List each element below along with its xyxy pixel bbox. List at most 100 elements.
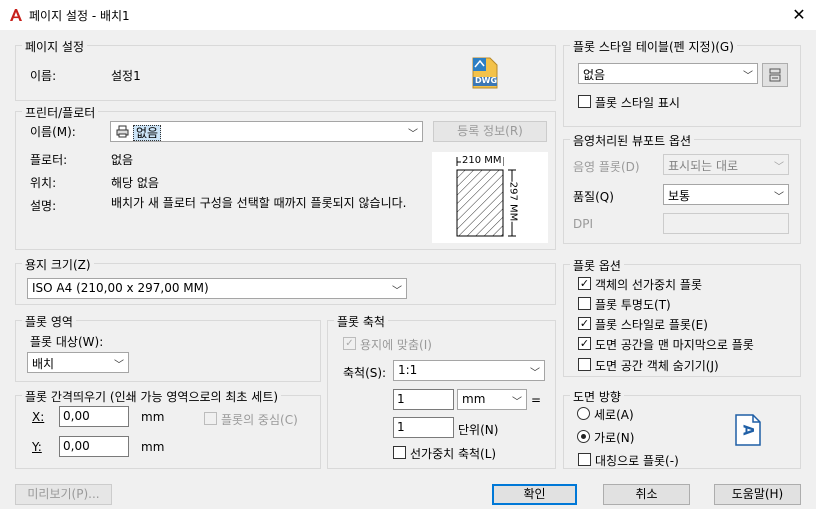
offset-y-label: Y: — [32, 440, 42, 454]
close-button[interactable]: ✕ — [786, 3, 812, 27]
plot-area-legend: 플롯 영역 — [22, 313, 76, 330]
scale-unit-label: 단위(N) — [458, 423, 499, 437]
chevron-down-icon: ﹀ — [512, 397, 522, 408]
cancel-button[interactable]: 취소 — [603, 484, 690, 505]
plot-transparency-label: 플롯 투명도(T) — [595, 298, 671, 312]
scale-combo[interactable]: 1:1 ﹀ — [393, 360, 545, 381]
plotter-value: 없음 — [111, 153, 134, 167]
paper-height-text: 297 MM — [507, 181, 519, 222]
offset-x-label: X: — [32, 410, 45, 424]
scale-label: 축척(S): — [343, 366, 387, 380]
scale-equals: = — [531, 393, 542, 407]
plotter-label: 플로터: — [30, 153, 68, 167]
printer-name-label: 이름(M): — [30, 125, 76, 139]
plot-style-table-combo[interactable]: 없음 ﹀ — [578, 63, 758, 84]
quality-combo[interactable]: 보통 ﹀ — [663, 184, 789, 205]
plot-style-table-value: 없음 — [583, 68, 606, 82]
portrait-radio[interactable] — [577, 407, 590, 420]
printer-name-combo[interactable]: 없음 ﹀ — [110, 121, 423, 142]
scale-lineweights-label: 선가중치 축척(L) — [410, 447, 497, 461]
ok-button[interactable]: 확인 — [492, 484, 577, 505]
scale-unit-combo[interactable]: mm ﹀ — [457, 389, 527, 410]
plot-with-styles-checkbox[interactable]: ✓ — [578, 317, 591, 330]
shaded-viewport-legend: 음영처리된 뷰포트 옵션 — [570, 132, 695, 149]
plot-paperspace-last-checkbox[interactable]: ✓ — [578, 337, 591, 350]
display-plot-styles-checkbox[interactable] — [578, 95, 591, 108]
offset-y-unit: mm — [141, 440, 165, 454]
paper-width-text: 210 MM — [461, 155, 503, 166]
landscape-label: 가로(N) — [594, 431, 635, 445]
chevron-down-icon: ﹀ — [408, 129, 418, 140]
printer-properties-button[interactable]: 등록 정보(R) — [433, 121, 547, 142]
fit-to-paper-checkbox[interactable]: ✓ — [343, 337, 356, 350]
page-setup-name-label: 이름: — [30, 69, 57, 83]
scale-value: 1:1 — [398, 363, 418, 377]
scale-lineweights-checkbox[interactable] — [393, 446, 406, 459]
plot-lineweights-checkbox[interactable]: ✓ — [578, 277, 591, 290]
plot-with-styles-label: 플롯 스타일로 플롯(E) — [595, 318, 708, 332]
chevron-down-icon: ﹀ — [774, 192, 784, 203]
chevron-down-icon: ﹀ — [774, 162, 784, 173]
scale-value1-input[interactable]: 1 — [393, 389, 454, 410]
shade-plot-value: 표시되는 대로 — [668, 159, 739, 173]
plot-upside-down-label: 대칭으로 플롯(-) — [595, 454, 679, 468]
help-button[interactable]: 도움말(H) — [714, 484, 801, 505]
description-value: 배치가 새 플로터 구성을 선택할 때까지 플롯되지 않습니다. — [111, 196, 407, 210]
dpi-input[interactable] — [663, 213, 789, 234]
offset-x-input[interactable]: 0,00 — [59, 406, 129, 427]
orientation-icon-letter: A — [739, 424, 756, 436]
plot-what-value: 배치 — [32, 357, 55, 371]
plot-upside-down-checkbox[interactable] — [578, 453, 591, 466]
plot-what-combo[interactable]: 배치 ﹀ — [27, 352, 129, 373]
plot-paperspace-last-label: 도면 공간을 맨 마지막으로 플롯 — [595, 338, 754, 352]
plot-offset-legend: 플롯 간격띄우기 (인쇄 가능 영역으로의 최초 세트) — [22, 388, 282, 405]
paper-size-legend: 용지 크기(Z) — [22, 256, 94, 273]
plot-scale-legend: 플롯 축척 — [334, 313, 388, 330]
orientation-legend: 도면 방향 — [570, 388, 624, 405]
landscape-page-icon: A — [735, 414, 761, 446]
dpi-label: DPI — [573, 217, 594, 231]
shade-plot-label: 음영 플롯(D) — [573, 160, 640, 174]
shade-plot-combo[interactable]: 표시되는 대로 ﹀ — [663, 154, 789, 175]
hide-paperspace-objects-checkbox[interactable] — [578, 358, 591, 371]
plot-options-legend: 플롯 옵션 — [570, 257, 624, 274]
chevron-down-icon: ﹀ — [114, 360, 124, 371]
fit-to-paper-label: 용지에 맞춤(I) — [360, 338, 432, 352]
page-setup-name-value: 설정1 — [111, 69, 141, 83]
description-label: 설명: — [30, 199, 57, 213]
landscape-radio[interactable] — [577, 430, 590, 443]
printer-legend: 프린터/플로터 — [22, 104, 99, 121]
page-setup-legend: 페이지 설정 — [22, 38, 88, 55]
paper-preview: 210 MM 297 MM — [432, 152, 548, 243]
offset-x-unit: mm — [141, 410, 165, 424]
display-plot-styles-label: 플롯 스타일 표시 — [595, 96, 680, 110]
plot-style-table-legend: 플롯 스타일 테이블(펜 지정)(G) — [570, 38, 737, 55]
hide-paperspace-objects-label: 도면 공간 객체 숨기기(J) — [595, 359, 719, 373]
chevron-down-icon: ﹀ — [392, 286, 402, 297]
location-value: 해당 없음 — [111, 176, 159, 190]
center-plot-label: 플롯의 중심(C) — [221, 413, 298, 427]
edit-plot-style-icon — [768, 68, 782, 85]
chevron-down-icon: ﹀ — [743, 71, 753, 82]
preview-button[interactable]: 미리보기(P)... — [15, 484, 112, 505]
window-title: 페이지 설정 - 배치1 — [29, 9, 130, 23]
plot-lineweights-label: 객체의 선가중치 플롯 — [595, 278, 702, 292]
portrait-label: 세로(A) — [594, 408, 634, 422]
location-label: 위치: — [30, 176, 57, 190]
plot-what-label: 플롯 대상(W): — [30, 335, 104, 349]
scale-unit-value: mm — [462, 392, 486, 406]
plot-transparency-checkbox[interactable] — [578, 297, 591, 310]
autocad-logo-icon — [9, 8, 23, 22]
offset-y-input[interactable]: 0,00 — [59, 436, 129, 457]
printer-name-value: 없음 — [133, 125, 162, 141]
paper-size-value: ISO A4 (210,00 x 297,00 MM) — [32, 281, 209, 295]
center-plot-checkbox[interactable] — [204, 412, 217, 425]
quality-value: 보통 — [668, 189, 691, 203]
quality-label: 품질(Q) — [573, 190, 614, 204]
printer-icon — [116, 125, 129, 141]
edit-plot-style-button[interactable] — [762, 63, 788, 87]
dwg-file-icon: DWG — [472, 57, 498, 89]
paper-size-combo[interactable]: ISO A4 (210,00 x 297,00 MM) ﹀ — [27, 278, 407, 299]
scale-value2-input[interactable]: 1 — [393, 417, 454, 438]
dwg-icon-text: DWG — [475, 76, 498, 85]
